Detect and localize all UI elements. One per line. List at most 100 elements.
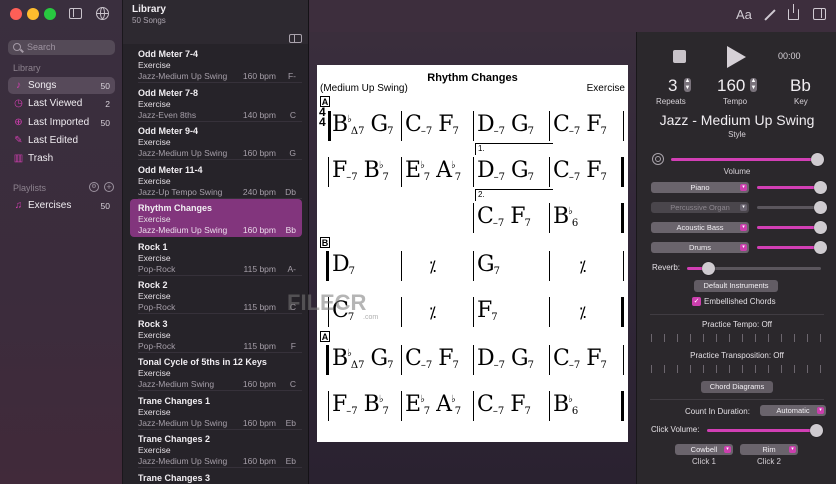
- slider-knob[interactable]: [702, 262, 716, 275]
- song-key: F-: [287, 71, 296, 81]
- song-row[interactable]: Trane Changes 1 Exercise Jazz-Medium Up Sw…: [130, 392, 302, 430]
- song-row[interactable]: Trane Changes 3: [130, 469, 302, 484]
- chord-symbol: C–7 F7: [553, 346, 607, 371]
- click2-label: Click 2: [756, 457, 781, 466]
- inspector-toggle-icon[interactable]: [813, 8, 826, 20]
- instrument-volume-slider[interactable]: [757, 206, 820, 209]
- search-field[interactable]: Search: [8, 40, 115, 55]
- slider-knob[interactable]: [810, 153, 824, 166]
- key-value[interactable]: Bb: [790, 76, 811, 96]
- slider-knob[interactable]: [813, 241, 827, 254]
- click1-dropdown[interactable]: Cowbell ▾: [675, 444, 733, 455]
- slider-knob[interactable]: [813, 221, 827, 234]
- row-separator: [138, 313, 302, 314]
- practice-tempo-slider[interactable]: [651, 334, 823, 342]
- song-title: Tonal Cycle of 5ths in 12 Keys: [138, 357, 267, 367]
- chord-diagrams-button[interactable]: Chord Diagrams: [701, 381, 773, 393]
- double-barline: [621, 203, 624, 233]
- instrument-volume-slider[interactable]: [757, 226, 820, 229]
- sidebar-item-last-edited[interactable]: ✎ Last Edited: [8, 132, 115, 149]
- song-row[interactable]: Odd Meter 11-4 Exercise Jazz-Up Tempo Swin…: [130, 161, 302, 199]
- slider-knob[interactable]: [813, 201, 827, 214]
- song-row[interactable]: Odd Meter 7-8 Exercise Jazz-Even 8ths 140 b…: [130, 84, 302, 122]
- song-style: Jazz-Medium Swing: [138, 379, 215, 389]
- repeat-measure-sign: ⁒: [429, 303, 437, 322]
- sidebar-item-trash[interactable]: ▥ Trash: [8, 150, 115, 167]
- airplay-icon[interactable]: [652, 153, 664, 165]
- song-tempo: 160 bpm: [242, 225, 276, 235]
- pen-icon[interactable]: [764, 9, 776, 21]
- font-size-button[interactable]: Aa: [736, 7, 752, 22]
- practice-transposition-slider[interactable]: [651, 365, 823, 373]
- sidebar-item-count: 2: [105, 98, 110, 109]
- repeat-measure-sign: ⁒: [579, 257, 587, 276]
- zoom-window-button[interactable]: [44, 8, 56, 20]
- song-key: Eb: [285, 417, 296, 428]
- sidebar-item-last-viewed[interactable]: ◷ Last Viewed 2: [8, 95, 115, 112]
- barline: [401, 111, 403, 141]
- score-page[interactable]: Rhythm Changes (Medium Up Swing) Exercis…: [287, 65, 628, 442]
- repeat-measure-sign: ⁒: [429, 257, 437, 276]
- barline: [549, 111, 551, 141]
- embellished-chords-checkbox[interactable]: ✓: [692, 297, 701, 306]
- columns-view-icon[interactable]: [289, 34, 302, 43]
- barline: [549, 203, 551, 233]
- master-volume-slider[interactable]: [671, 158, 817, 161]
- instrument-dropdown[interactable]: Percussive Organ ▾: [651, 202, 749, 213]
- music-note-icon: ♪: [16, 80, 21, 91]
- chevron-updown-icon: ▾: [740, 244, 747, 251]
- close-window-button[interactable]: [10, 8, 22, 20]
- style-value[interactable]: Jazz - Medium Up Swing: [637, 112, 836, 128]
- barline: [328, 391, 330, 421]
- instrument-name: Percussive Organ: [670, 203, 730, 212]
- song-row[interactable]: Odd Meter 9-4 Exercise Jazz-Medium Up Swin…: [130, 122, 302, 160]
- instrument-volume-slider[interactable]: [757, 246, 820, 249]
- sidebar-toggle-icon[interactable]: [69, 8, 82, 19]
- song-row[interactable]: Trane Changes 2 Exercise Jazz-Medium Up Sw…: [130, 430, 302, 468]
- share-icon[interactable]: [788, 4, 799, 20]
- song-style: Jazz-Medium Up Swing: [138, 148, 228, 158]
- stop-button[interactable]: [673, 50, 686, 63]
- song-row[interactable]: Rock 3 Exercise Pop-Rock 115 bpm F: [130, 315, 302, 353]
- song-row[interactable]: Odd Meter 7-4 Exercise Jazz-Medium Up Swin…: [130, 45, 302, 83]
- list-subtitle: 50 Songs: [132, 16, 166, 25]
- sidebar-item-exercises[interactable]: ♫ Exercises 50: [8, 197, 115, 214]
- song-row[interactable]: Rock 2 Exercise Pop-Rock 115 bpm C: [130, 276, 302, 314]
- click-volume-slider[interactable]: [707, 429, 817, 432]
- instrument-volume-slider[interactable]: [757, 186, 820, 189]
- tempo-stepper[interactable]: ▲ ▼: [750, 78, 757, 92]
- sidebar-item-last-imported[interactable]: ⊕ Last Imported 50: [8, 114, 115, 131]
- song-row[interactable]: Rock 1 Exercise Pop-Rock 115 bpm A-: [130, 238, 302, 276]
- instrument-dropdown[interactable]: Piano ▾: [651, 182, 749, 193]
- slider-knob[interactable]: [810, 424, 824, 437]
- song-row[interactable]: Tonal Cycle of 5ths in 12 Keys Exercise Ja…: [130, 353, 302, 391]
- tempo-value[interactable]: 160: [717, 76, 745, 96]
- add-playlist-icon[interactable]: +: [104, 182, 114, 192]
- instrument-dropdown[interactable]: Drums ▾: [651, 242, 749, 253]
- chord-symbol: D7: [332, 252, 356, 277]
- song-list-pane: Library 50 Songs Odd Meter 7-4 Exercise Ja…: [123, 0, 309, 484]
- song-style: Jazz-Up Tempo Swing: [138, 186, 223, 197]
- count-in-dropdown[interactable]: Automatic ▾: [760, 405, 826, 416]
- click1-label: Click 1: [691, 457, 716, 466]
- click2-dropdown[interactable]: Rim ▾: [740, 444, 798, 455]
- play-button[interactable]: [727, 46, 746, 68]
- repeats-value[interactable]: 3: [668, 76, 677, 96]
- song-key: A-: [287, 263, 297, 274]
- slider-knob[interactable]: [813, 181, 827, 194]
- smart-playlist-icon[interactable]: ⚙: [89, 182, 99, 192]
- song-tempo: 160 bpm: [242, 417, 276, 428]
- repeats-stepper[interactable]: ▲ ▼: [684, 78, 691, 92]
- barline: [473, 251, 475, 281]
- barline: [549, 391, 551, 421]
- minimize-window-button[interactable]: [27, 8, 39, 20]
- song-row[interactable]: Rhythm Changes Exercise Jazz-Medium Up Swi…: [130, 199, 302, 237]
- song-subtitle: Exercise: [138, 329, 171, 340]
- barline: [623, 251, 625, 281]
- song-key: Db: [285, 186, 296, 197]
- globe-icon[interactable]: [96, 7, 109, 20]
- sidebar-item-songs[interactable]: ♪ Songs 50: [8, 77, 115, 94]
- song-key: G: [289, 148, 296, 158]
- instrument-dropdown[interactable]: Acoustic Bass ▾: [651, 222, 749, 233]
- default-instruments-button[interactable]: Default Instruments: [694, 280, 778, 292]
